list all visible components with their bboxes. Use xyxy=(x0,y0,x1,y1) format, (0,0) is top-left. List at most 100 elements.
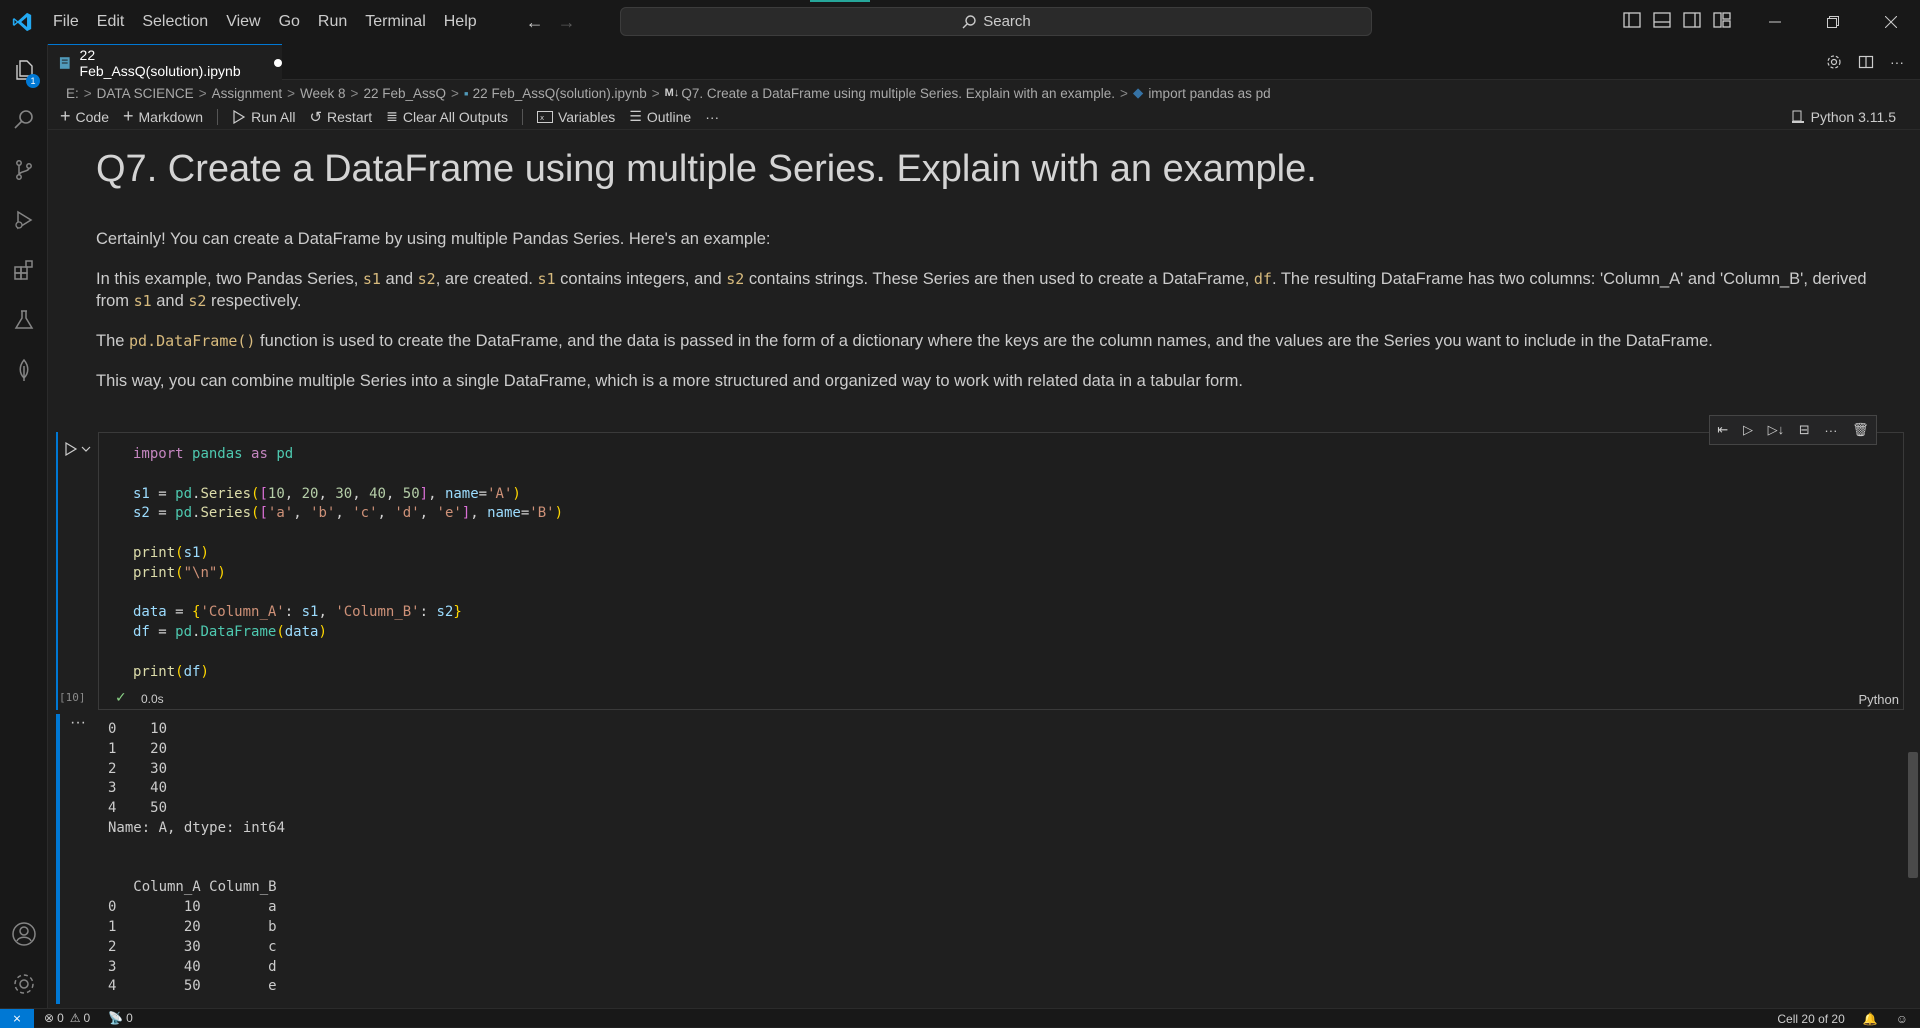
menu-view[interactable]: View xyxy=(217,0,269,44)
markdown-paragraph-3: The pd.DataFrame() function is used to c… xyxy=(96,332,1713,350)
problems-button[interactable]: ⊗ 0 ⚠ 0 xyxy=(44,1011,90,1025)
run-all-button[interactable]: Run All xyxy=(232,109,295,125)
breadcrumb-drive[interactable]: E: xyxy=(66,86,79,101)
clear-outputs-button[interactable]: ≣ Clear All Outputs xyxy=(386,108,508,125)
restart-icon: ↺ xyxy=(309,108,323,126)
notifications-bell-icon[interactable]: 🔔 xyxy=(1863,1012,1878,1026)
notebook-file-icon xyxy=(59,56,70,69)
close-button[interactable] xyxy=(1862,0,1920,44)
outline-label: Outline xyxy=(646,108,692,125)
markdown-paragraph-4: This way, you can combine multiple Serie… xyxy=(96,372,1243,390)
execute-below-icon[interactable]: ▷ xyxy=(1743,422,1753,438)
kernel-picker[interactable]: Python 3.11.5 xyxy=(1791,104,1896,130)
search-view-button[interactable] xyxy=(0,96,48,144)
customize-layout-icon[interactable] xyxy=(1712,10,1732,30)
breadcrumb: E: > DATA SCIENCE > Assignment > Week 8 > 22… xyxy=(66,85,1271,101)
add-markdown-label: Markdown xyxy=(138,108,204,125)
add-code-button[interactable]: + Code xyxy=(60,106,109,127)
menu-run[interactable]: Run xyxy=(309,0,356,44)
add-markdown-button[interactable]: + Markdown xyxy=(123,106,203,127)
leaf-icon xyxy=(19,358,29,381)
scrollbar-thumb[interactable] xyxy=(1908,752,1918,878)
execution-count: [10] xyxy=(59,691,86,704)
breadcrumb-week-8[interactable]: Week 8 xyxy=(300,86,346,101)
tab-notebook[interactable]: 22 Feb_AssQ(solution).ipynb xyxy=(48,44,282,80)
explorer-button[interactable]: 1 xyxy=(0,46,48,94)
notebook-toolbar: + Code + Markdown Run All ↺ Restart ≣ Clear … xyxy=(48,104,1920,130)
outline-button[interactable]: ☰ Outline xyxy=(629,108,691,125)
breadcrumb-cell[interactable]: import pandas as pd xyxy=(1148,86,1270,101)
toggle-primary-sidebar-icon[interactable] xyxy=(1622,10,1642,30)
tab-title: 22 Feb_AssQ(solution).ipynb xyxy=(79,46,241,79)
remote-button[interactable]: ⨯ xyxy=(0,1008,34,1028)
breadcrumb-folder[interactable]: 22 Feb_AssQ xyxy=(363,86,446,101)
source-control-button[interactable] xyxy=(0,146,48,194)
svg-text:x: x xyxy=(540,114,544,122)
menu-edit[interactable]: Edit xyxy=(88,0,134,44)
toggle-secondary-sidebar-icon[interactable] xyxy=(1682,10,1702,30)
breadcrumb-heading[interactable]: Q7. Create a DataFrame using multiple Se… xyxy=(681,86,1115,101)
minimize-icon xyxy=(1769,21,1781,23)
cell-output: ··· 0 10 1 20 2 30 3 40 4 50 Name: A, dt… xyxy=(56,714,1902,1004)
feedback-icon[interactable]: ☺ xyxy=(1896,1012,1908,1026)
python-icon: ◆ xyxy=(1132,85,1144,100)
variables-button[interactable]: x Variables xyxy=(536,109,615,125)
delete-cell-icon[interactable]: 🗑 xyxy=(1852,422,1869,438)
mongodb-button[interactable] xyxy=(0,346,48,394)
run-debug-button[interactable] xyxy=(0,196,48,244)
menu-terminal[interactable]: Terminal xyxy=(356,0,434,44)
restart-button[interactable]: ↺ Restart xyxy=(309,108,372,126)
split-cell-icon[interactable]: ⊟ xyxy=(1799,422,1810,438)
breadcrumb-data-science[interactable]: DATA SCIENCE xyxy=(97,86,194,101)
markdown-cell[interactable]: Q7. Create a DataFrame using multiple Se… xyxy=(96,140,1896,392)
vscode-logo-icon xyxy=(0,0,44,44)
error-count: 0 xyxy=(57,1011,64,1025)
menu-go[interactable]: Go xyxy=(270,0,309,44)
accounts-button[interactable] xyxy=(0,910,48,958)
search-icon xyxy=(962,14,976,29)
menu-file[interactable]: File xyxy=(44,0,88,44)
close-icon xyxy=(1885,16,1897,28)
cell-more-icon[interactable]: ··· xyxy=(1824,423,1837,438)
markdown-heading: Q7. Create a DataFrame using multiple Se… xyxy=(96,148,1317,190)
breadcrumb-assignment[interactable]: Assignment xyxy=(212,86,283,101)
remote-icon: ⨯ xyxy=(12,1012,22,1025)
settings-gear-icon[interactable] xyxy=(1826,54,1842,70)
broadcast-icon: 📡 xyxy=(108,1011,124,1025)
code-content[interactable]: import pandas as pd s1 = pd.Series([10, … xyxy=(133,445,563,683)
testing-button[interactable] xyxy=(0,296,48,344)
command-center-search[interactable]: Search xyxy=(620,7,1372,36)
cell-position[interactable]: Cell 20 of 20 xyxy=(1777,1012,1844,1026)
restore-button[interactable] xyxy=(1804,0,1862,44)
menu-selection[interactable]: Selection xyxy=(133,0,217,44)
unsaved-dot-icon[interactable] xyxy=(274,58,282,67)
more-actions-icon[interactable]: ··· xyxy=(1890,54,1904,70)
execute-cell-and-below-icon[interactable]: ▷↓ xyxy=(1768,422,1785,438)
toolbar-more-button[interactable]: ··· xyxy=(705,109,719,125)
cell-language[interactable]: Python xyxy=(1859,692,1899,707)
back-arrow-icon[interactable]: ← xyxy=(526,12,544,33)
minimize-button[interactable] xyxy=(1746,0,1804,44)
plus-icon: + xyxy=(60,106,71,126)
ports-button[interactable]: 📡 0 xyxy=(108,1011,133,1025)
activity-bar: 1 xyxy=(0,44,48,1008)
forward-arrow-icon[interactable]: → xyxy=(558,12,576,33)
markdown-paragraph-2: In this example, two Pandas Series, s1 a… xyxy=(96,270,1867,310)
toggle-panel-icon[interactable] xyxy=(1652,10,1672,30)
run-cell-button[interactable] xyxy=(64,442,91,456)
menu-help[interactable]: Help xyxy=(435,0,486,44)
extensions-button[interactable] xyxy=(0,246,48,294)
output-more-button[interactable]: ··· xyxy=(70,714,86,732)
breadcrumb-file[interactable]: 22 Feb_AssQ(solution).ipynb xyxy=(473,86,647,101)
chevron-down-icon[interactable] xyxy=(81,444,91,454)
ports-count: 0 xyxy=(126,1011,133,1025)
code-cell[interactable]: ⇤ ▷ ▷↓ ⊟ ··· 🗑 import pandas as pd s1 = … xyxy=(56,415,1904,710)
title-accent xyxy=(810,0,870,2)
search-icon xyxy=(14,110,33,129)
execute-above-icon[interactable]: ⇤ xyxy=(1717,422,1728,438)
split-editor-icon[interactable] xyxy=(1858,54,1874,70)
cell-editor[interactable]: ⇤ ▷ ▷↓ ⊟ ··· 🗑 import pandas as pd s1 = … xyxy=(59,415,1904,710)
manage-button[interactable] xyxy=(0,960,48,1008)
extensions-icon xyxy=(14,260,33,280)
editor-tabs: 22 Feb_AssQ(solution).ipynb ··· xyxy=(48,44,1920,80)
